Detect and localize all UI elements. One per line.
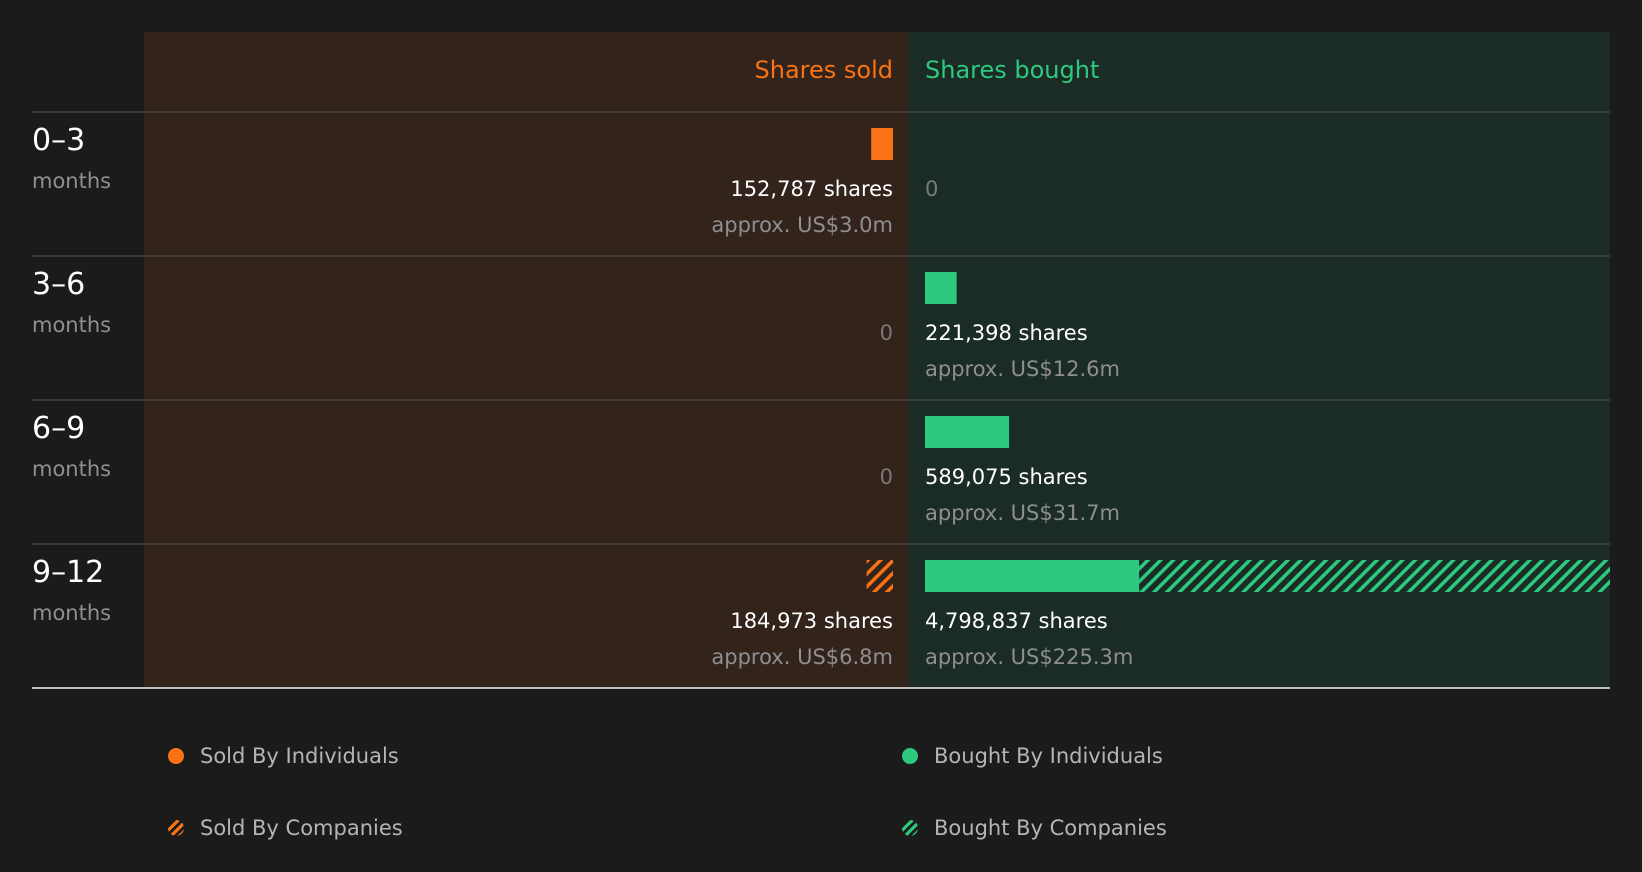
sold-companies-bar	[866, 560, 893, 592]
bought-individuals-bar	[925, 560, 1140, 592]
period-label: 6–9	[32, 411, 85, 446]
bought-zero-label: 0	[925, 177, 938, 201]
period-unit-label: months	[32, 169, 111, 193]
insider-trading-chart: 0–3 months 152,787 shares approx. US$3.0m 0 3…	[32, 32, 1610, 689]
sold-shares-label: 184,973 shares	[730, 609, 893, 633]
legend-label: Bought By Individuals	[934, 744, 1163, 768]
legend-sold-by-individuals: Sold By Individuals	[168, 744, 399, 768]
bought-individuals-bar	[925, 272, 957, 304]
bought-shares-label: 221,398 shares	[925, 321, 1088, 345]
period-unit-label: months	[32, 313, 111, 337]
bought-value-label: approx. US$12.6m	[925, 357, 1120, 381]
bought-value-label: approx. US$225.3m	[925, 645, 1133, 669]
orange-dot-icon	[168, 748, 184, 764]
sold-column-background	[144, 32, 909, 687]
green-dot-icon	[902, 748, 918, 764]
legend-label: Sold By Companies	[200, 816, 403, 840]
period-label: 3–6	[32, 267, 85, 302]
period-unit-label: months	[32, 601, 111, 625]
shares-bought-header: Shares bought	[925, 56, 1099, 84]
sold-individuals-bar	[871, 128, 893, 160]
legend-bought-by-individuals: Bought By Individuals	[902, 744, 1163, 768]
period-unit-label: months	[32, 457, 111, 481]
green-hatched-dot-icon	[902, 820, 918, 836]
shares-sold-header: Shares sold	[755, 56, 893, 84]
bought-companies-bar	[1139, 560, 1610, 592]
orange-hatched-dot-icon	[168, 820, 184, 836]
legend-label: Sold By Individuals	[200, 744, 399, 768]
legend-label: Bought By Companies	[934, 816, 1167, 840]
bought-individuals-bar	[925, 416, 1010, 448]
bought-shares-label: 589,075 shares	[925, 465, 1088, 489]
bought-shares-label: 4,798,837 shares	[925, 609, 1108, 633]
sold-zero-label: 0	[880, 465, 893, 489]
sold-shares-label: 152,787 shares	[730, 177, 893, 201]
period-label: 9–12	[32, 555, 104, 590]
sold-value-label: approx. US$3.0m	[711, 213, 893, 237]
period-label: 0–3	[32, 123, 85, 158]
sold-value-label: approx. US$6.8m	[711, 645, 893, 669]
legend-sold-by-companies: Sold By Companies	[168, 816, 403, 840]
legend-bought-by-companies: Bought By Companies	[902, 816, 1167, 840]
sold-zero-label: 0	[880, 321, 893, 345]
bought-value-label: approx. US$31.7m	[925, 501, 1120, 525]
